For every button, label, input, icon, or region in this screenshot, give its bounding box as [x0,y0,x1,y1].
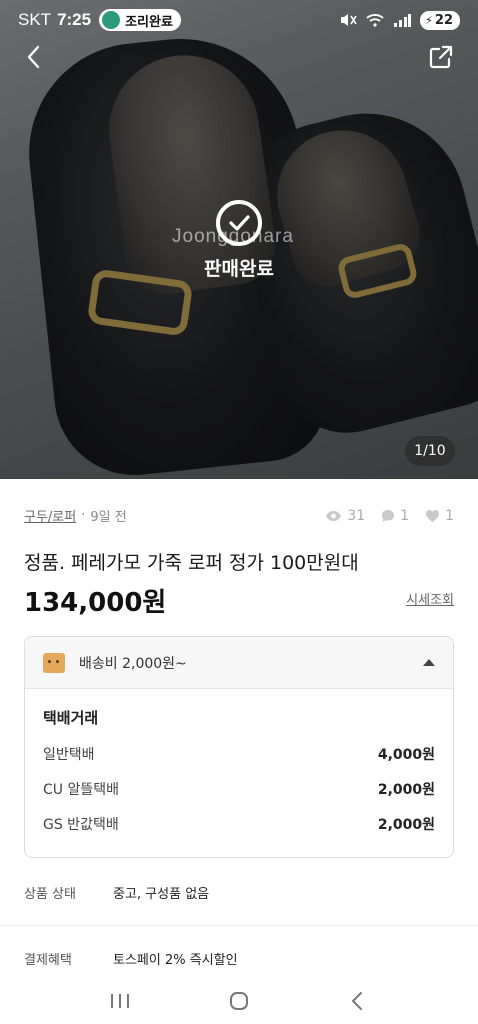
chat-icon [382,509,395,522]
status-bar: SKT 7:25 조리완료 ⚡ 22 [0,0,478,40]
product-price: 134,000원 [24,588,167,618]
likes-stat: 1 [425,508,454,524]
condition-label: 상품 상태 [24,887,76,902]
condition-value: 중고, 구성품 없음 [113,887,210,902]
shipping-card: 배송비 2,000원~ 택배거래 일반택배 4,000원 CU 알뜰택배 2,0… [24,636,454,858]
notification-pill[interactable]: 조리완료 [99,9,181,31]
product-title: 정품. 페레가모 가죽 로퍼 정가 100만원대 [24,552,359,574]
payment-value: 토스페이 2% 즉시할인 [113,953,238,968]
shipping-toggle[interactable]: 배송비 2,000원~ [25,637,453,689]
shipping-option-price: 2,000원 [377,817,435,833]
signal-icon [394,14,412,27]
views-count: 31 [347,507,366,524]
image-page-counter: 1/10 [405,436,455,466]
home-icon [229,992,248,1010]
shipping-option-name: CU 알뜰택배 [43,782,119,798]
likes-count: 1 [445,507,454,524]
chevron-up-icon [423,659,435,666]
battery-level: 22 [434,12,453,28]
shipping-option-price: 4,000원 [377,747,435,763]
system-back-button[interactable] [343,986,373,1016]
list-item: 일반택배 4,000원 [43,744,435,779]
back-button[interactable] [20,42,50,72]
shipping-options: 택배거래 일반택배 4,000원 CU 알뜰택배 2,000원 GS 반값택배 … [25,689,453,849]
back-arrow-icon [27,45,40,69]
product-meta: 구두/로퍼 · 9일 전 31 1 1 [24,506,454,526]
battery-indicator: ⚡ 22 [420,10,460,30]
shipping-summary: 배송비 2,000원~ [79,655,187,672]
shipping-option-name: 일반택배 [43,747,95,763]
divider [0,925,478,926]
shipping-option-price: 2,000원 [377,782,435,798]
charging-icon: ⚡ [425,13,433,27]
posted-time: 9일 전 [90,510,127,525]
shipping-section-title: 택배거래 [43,709,99,727]
check-circle-icon [216,200,262,246]
share-button[interactable] [426,42,456,72]
views-stat: 31 [325,508,365,524]
market-price-link[interactable]: 시세조회 [406,589,454,608]
sold-label: 판매완료 [204,258,274,280]
clock: 7:25 [57,10,92,29]
heart-icon [426,509,440,522]
app-icon [102,11,121,29]
separator-dot: · [81,508,86,523]
sold-badge: 판매완료 [0,200,478,281]
carrier-label: SKT [18,10,52,29]
condition-row: 상품 상태 중고, 구성품 없음 [24,883,209,902]
chats-stat: 1 [381,508,409,524]
share-icon [429,45,453,69]
list-item: GS 반값택배 2,000원 [43,814,435,849]
recent-apps-icon [110,994,129,1008]
list-item: CU 알뜰택배 2,000원 [43,779,435,814]
eye-icon [326,510,342,521]
system-nav-bar [0,978,478,1024]
payment-benefit-row: 결제혜택 토스페이 2% 즉시할인 [24,949,238,968]
box-icon [43,652,65,673]
home-button[interactable] [224,986,254,1016]
shipping-option-name: GS 반값택배 [43,817,119,833]
recent-apps-button[interactable] [105,986,135,1016]
back-chevron-icon [352,992,363,1010]
chats-count: 1 [400,507,410,524]
notification-label: 조리완료 [125,14,173,30]
payment-label: 결제혜택 [24,953,72,968]
mute-icon [341,14,357,26]
system-icons: ⚡ 22 [339,10,460,30]
category-link[interactable]: 구두/로퍼 [24,506,76,525]
product-stats: 31 1 1 [313,508,454,524]
wifi-icon [366,14,384,27]
